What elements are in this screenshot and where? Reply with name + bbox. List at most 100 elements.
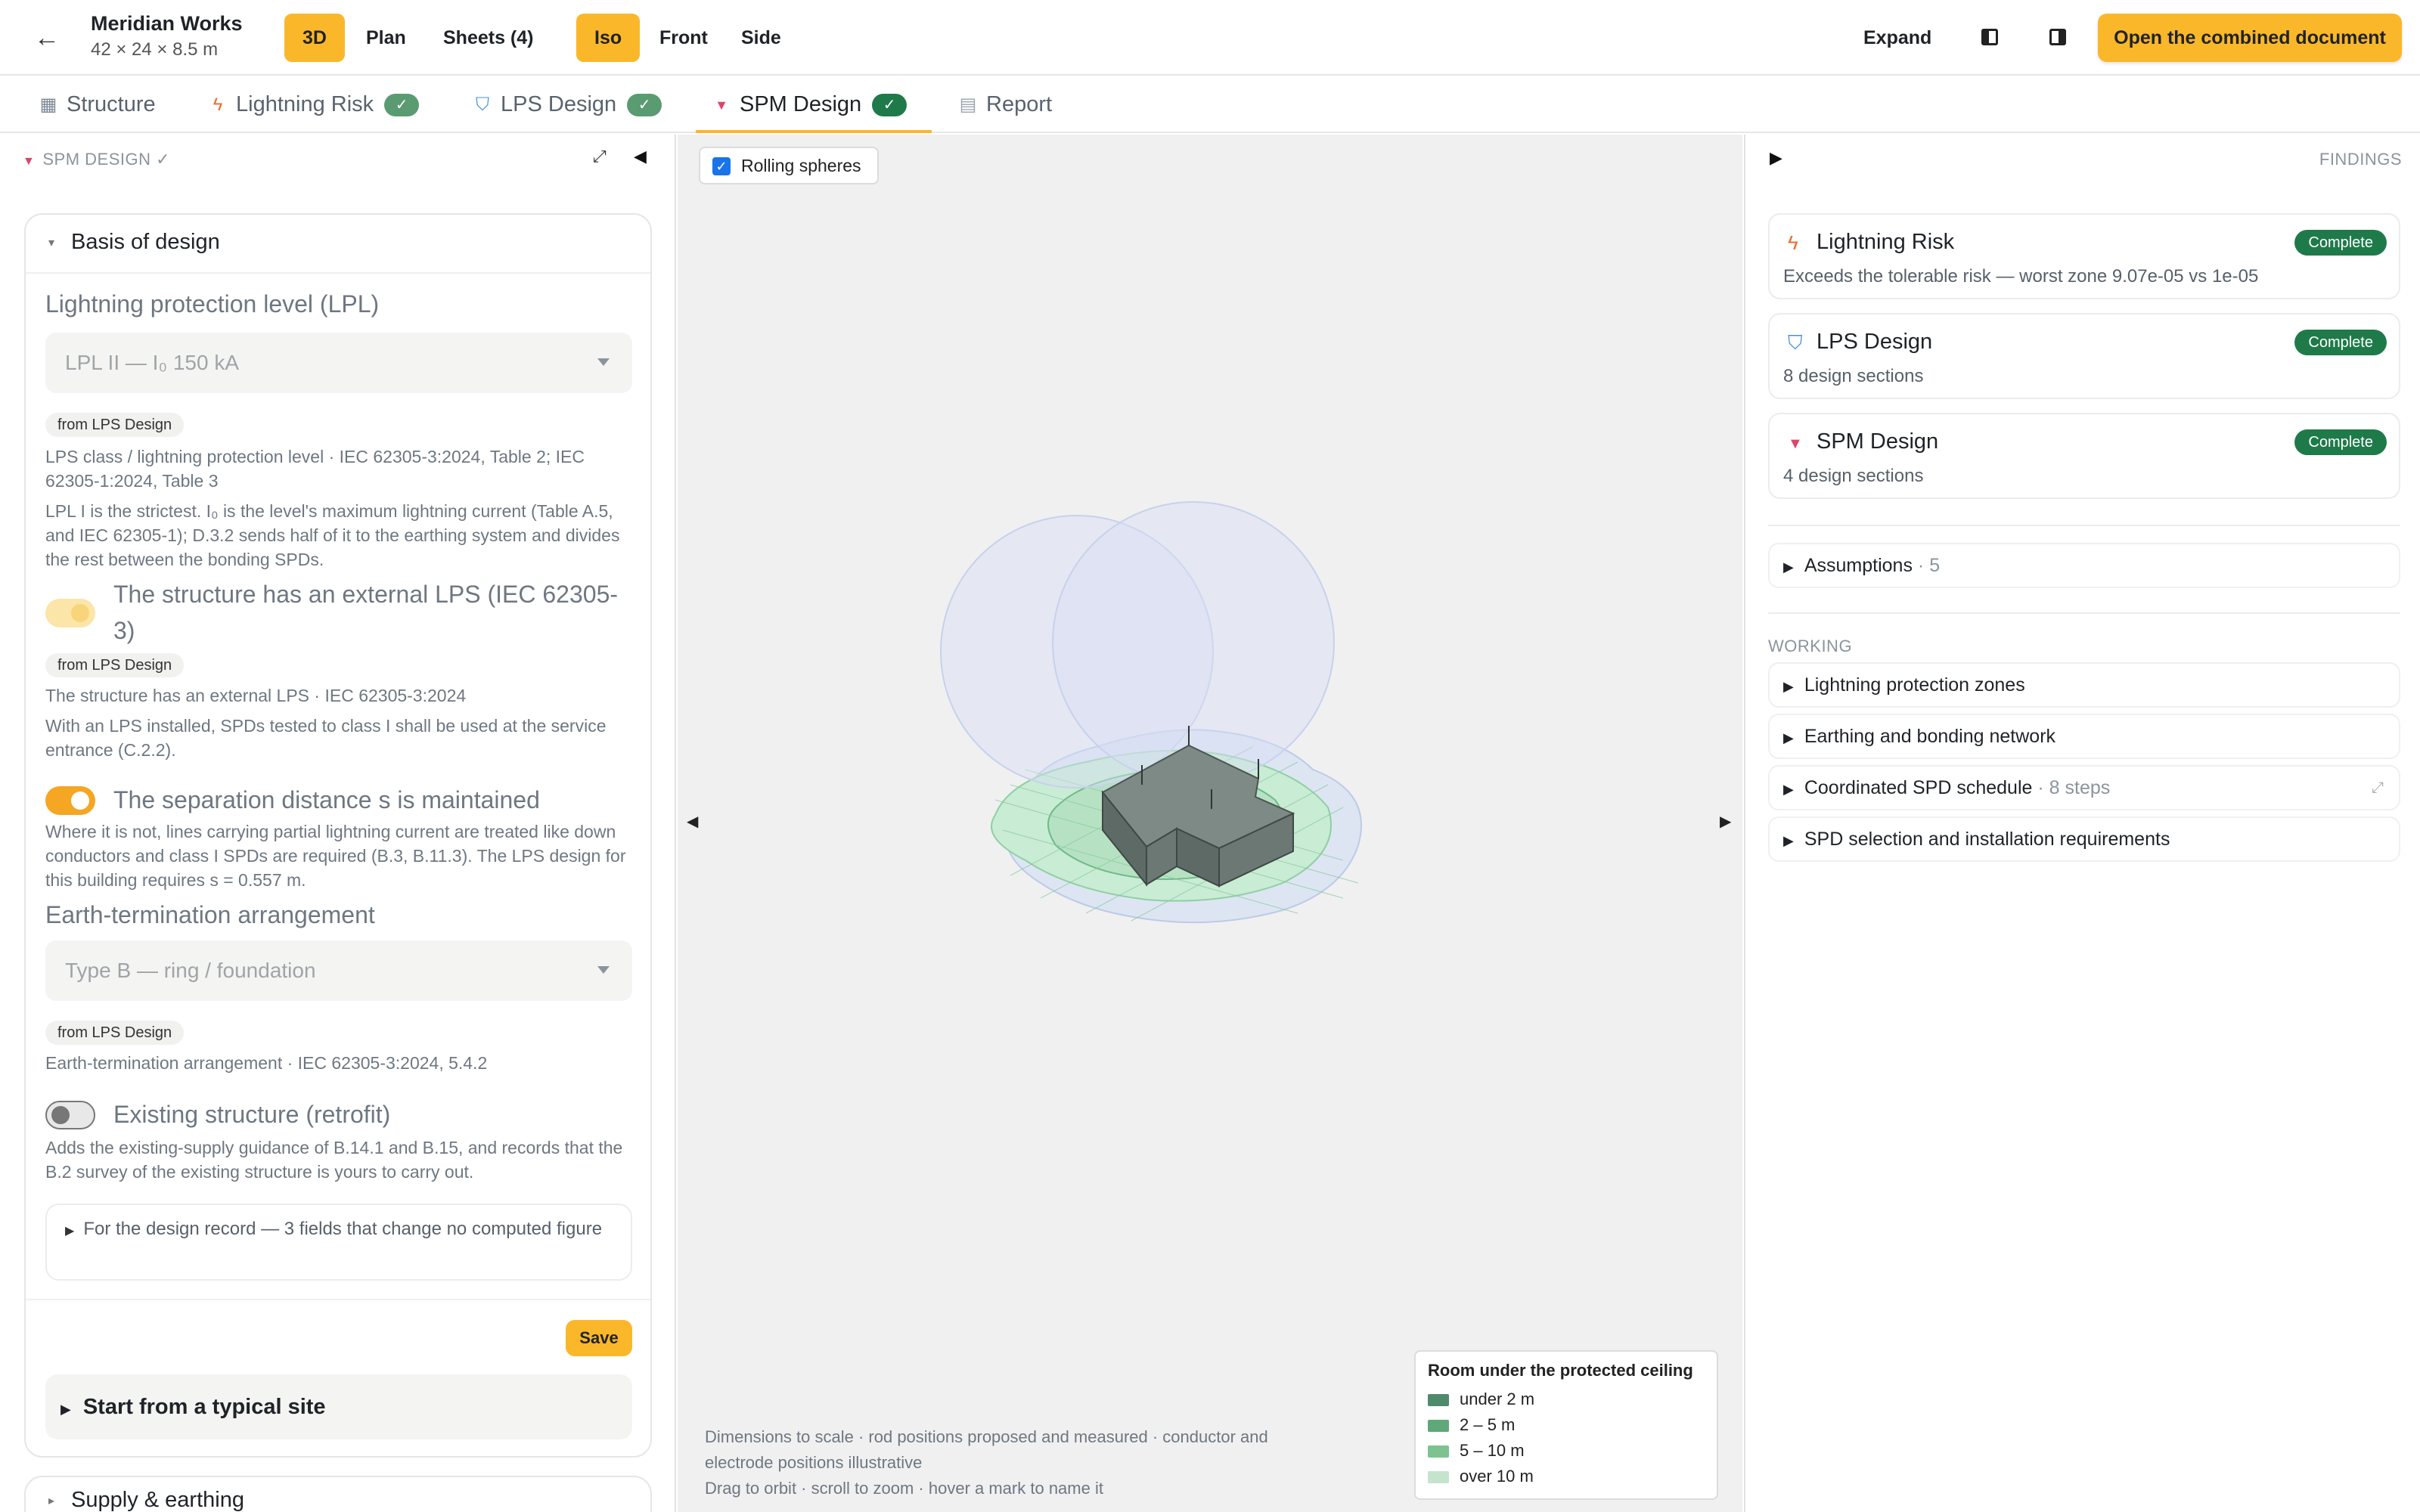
typical-site-disclosure[interactable]: ▶ Start from a typical site: [45, 1374, 632, 1439]
checkbox-checked-icon: ✓: [712, 157, 731, 175]
tab-structure[interactable]: ▦ Structure: [38, 76, 156, 133]
collapse-findings-icon[interactable]: ▶: [1770, 148, 1782, 168]
finding-summary: 8 design sections: [1783, 366, 1924, 386]
triangle-right-icon: ▶: [65, 1225, 75, 1238]
shield-icon: ⛉: [476, 94, 489, 116]
external-lps-toggle[interactable]: [45, 599, 95, 627]
triangle-right-icon: ▶: [1783, 559, 1794, 575]
lpl-label: Lightning protection level (LPL): [45, 290, 380, 318]
external-lps-reference: The structure has an external LPS · IEC …: [45, 686, 467, 705]
section-header[interactable]: ▾ Basis of design: [48, 230, 220, 255]
lpl-explanation: LPL I is the strictest. I₀ is the level'…: [45, 501, 620, 569]
expand-button[interactable]: Expand: [1863, 14, 1931, 62]
rolling-sphere: [1052, 501, 1335, 784]
findings-header: FINDINGS: [2319, 150, 2402, 169]
status-badge: Complete: [2294, 230, 2387, 256]
chevron-right-icon: ▸: [48, 1495, 55, 1508]
tab-lps-design[interactable]: ⛉ LPS Design ✓: [472, 76, 662, 133]
complete-check-icon: ✓: [384, 94, 420, 117]
collapse-right-panel-icon[interactable]: ▶: [1720, 812, 1731, 831]
legend-item: over 10 m: [1428, 1464, 1705, 1489]
assumptions-disclosure[interactable]: ▶ Assumptions · 5: [1768, 543, 2400, 588]
scale-note: Dimensions to scale · rod positions prop…: [705, 1427, 1268, 1472]
lightning-icon: ϟ: [213, 94, 223, 116]
tab-report[interactable]: ▤ Report: [957, 76, 1052, 133]
expand-icon[interactable]: ⤢: [2372, 767, 2384, 809]
working-disclosure[interactable]: ▶ Earthing and bonding network: [1768, 714, 2400, 759]
design-record-disclosure[interactable]: ▶ For the design record — 3 fields that c…: [45, 1204, 632, 1281]
projection-iso[interactable]: Iso: [576, 14, 641, 62]
module-tabs: ▦ Structure ϟ Lightning Risk ✓ ⛉ LPS Design ✓…: [0, 76, 2420, 133]
collapse-left-panel-icon[interactable]: ◀: [687, 812, 698, 831]
earth-termination-label: Earth-termination arrangement: [45, 901, 375, 928]
legend-swatch: [1428, 1420, 1449, 1433]
complete-check-icon: ✓: [627, 94, 662, 117]
source-chip: from LPS Design: [45, 413, 185, 437]
toggle-left-panel-icon[interactable]: [1981, 29, 1998, 45]
triangle-down-icon: ▼: [715, 98, 728, 113]
separation-distance-toggle[interactable]: [45, 786, 95, 815]
open-combined-document-button[interactable]: Open the combined document: [2098, 14, 2402, 62]
finding-card[interactable]: ⛉ LPS Design Complete 8 design sections: [1768, 313, 2400, 399]
basis-of-design-card: ▾ Basis of design Lightning protection le…: [24, 213, 652, 1458]
projection-side[interactable]: Side: [723, 14, 799, 62]
panel-header: ▼ SPM DESIGN ✓: [23, 150, 171, 169]
legend-item: under 2 m: [1428, 1387, 1705, 1412]
collapse-panel-icon[interactable]: ◀: [634, 147, 647, 166]
lpl-reference: LPS class / lightning protection level ·…: [45, 447, 585, 491]
external-lps-explanation: With an LPS installed, SPDs tested to cl…: [45, 716, 607, 760]
dropdown-arrow-icon: [597, 358, 610, 366]
building-icon: ▦: [39, 94, 57, 116]
tab-spm-design[interactable]: ▼ SPM Design ✓: [711, 76, 908, 133]
legend-item: 2 – 5 m: [1428, 1412, 1705, 1438]
chevron-down-icon: ▾: [48, 237, 55, 250]
separation-explanation: Where it is not, lines carrying partial …: [45, 822, 626, 890]
divider: [1768, 525, 2400, 526]
view-mode-plan[interactable]: Plan: [348, 14, 424, 62]
triangle-right-icon: ▶: [1783, 833, 1794, 848]
earth-termination-reference: Earth-termination arrangement · IEC 6230…: [45, 1053, 488, 1073]
projection-front[interactable]: Front: [641, 14, 726, 62]
back-button[interactable]: ←: [30, 21, 64, 54]
earth-termination-select[interactable]: Type B — ring / foundation: [45, 940, 632, 1001]
view-mode-3d[interactable]: 3D: [284, 14, 345, 62]
triangle-right-icon: ▶: [1783, 782, 1794, 797]
expand-panel-icon[interactable]: ⤢: [593, 147, 607, 166]
dropdown-arrow-icon: [597, 966, 610, 974]
divider: [1768, 612, 2400, 614]
toggle-right-panel-icon[interactable]: [2049, 29, 2066, 45]
left-panel: ▼ SPM DESIGN ✓ ⤢ ◀ ▾ Basis of design Light…: [0, 135, 676, 1512]
building-scene[interactable]: [678, 135, 1742, 1512]
working-disclosure[interactable]: ▶ Coordinated SPD schedule · 8 steps ⤢: [1768, 765, 2400, 810]
working-disclosure[interactable]: ▶ Lightning protection zones: [1768, 662, 2400, 708]
legend: Room under the protected ceiling under 2…: [1414, 1350, 1718, 1500]
document-icon: ▤: [959, 94, 977, 116]
status-badge: Complete: [2294, 330, 2387, 355]
tab-lightning-risk[interactable]: ϟ Lightning Risk ✓: [207, 76, 420, 133]
working-disclosure[interactable]: ▶ SPD selection and installation requirem…: [1768, 816, 2400, 862]
finding-card[interactable]: ϟ Lightning Risk Complete Exceeds the to…: [1768, 213, 2400, 299]
finding-name: LPS Design: [1817, 330, 1933, 354]
section-header[interactable]: ▸ Supply & earthing: [48, 1488, 244, 1512]
active-tab-indicator: [696, 130, 932, 133]
3d-viewport[interactable]: ✓ Rolling spheres ◀ ▶ Room under the prot…: [678, 135, 1742, 1512]
finding-name: SPM Design: [1817, 429, 1939, 454]
supply-earthing-card: ▸ Supply & earthing: [24, 1476, 652, 1512]
finding-name: Lightning Risk: [1817, 230, 1955, 254]
rolling-spheres-checkbox[interactable]: ✓ Rolling spheres: [699, 147, 879, 184]
lpl-select[interactable]: LPL II — I₀ 150 kA: [45, 333, 632, 393]
triangle-down-icon: ▼: [23, 155, 36, 168]
retrofit-toggle[interactable]: [45, 1101, 95, 1129]
finding-card[interactable]: ▼ SPM Design Complete 4 design sections: [1768, 413, 2400, 499]
legend-title: Room under the protected ceiling: [1428, 1361, 1693, 1380]
finding-summary: 4 design sections: [1783, 466, 1924, 486]
save-button[interactable]: Save: [566, 1320, 632, 1356]
triangle-down-icon: ▼: [1788, 435, 1803, 452]
source-chip: from LPS Design: [45, 1021, 185, 1045]
triangle-right-icon: ▶: [1783, 730, 1794, 745]
retrofit-label: Existing structure (retrofit): [113, 1101, 391, 1128]
legend-swatch: [1428, 1445, 1449, 1458]
view-mode-sheets[interactable]: Sheets (4): [425, 14, 551, 62]
back-arrow-icon: ←: [34, 23, 60, 52]
project-name: Meridian Works: [91, 12, 243, 35]
